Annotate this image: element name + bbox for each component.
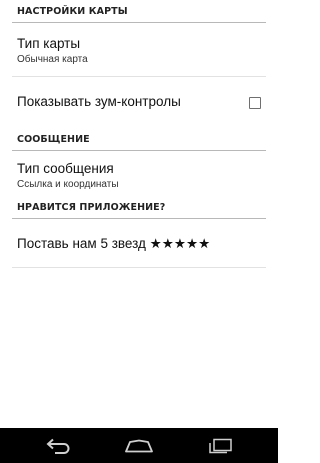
recent-apps-button[interactable]	[190, 428, 250, 463]
navigation-bar	[0, 428, 278, 463]
pref-message-type-summary: Ссылка и координаты	[17, 179, 119, 190]
pref-rate-app[interactable]: Поставь нам 5 звезд ★★★★★	[12, 219, 266, 268]
pref-zoom-controls[interactable]: Показывать зум-контролы	[12, 77, 266, 128]
home-icon	[125, 439, 153, 452]
pref-map-type-title: Тип карты	[17, 36, 81, 51]
preferences-list: НАСТРОЙКИ КАРТЫ Тип карты Обычная карта …	[0, 0, 278, 268]
category-message: СООБЩЕНИЕ	[12, 128, 266, 151]
pref-zoom-controls-title: Показывать зум-контролы	[17, 94, 181, 109]
settings-screen: НАСТРОЙКИ КАРТЫ Тип карты Обычная карта …	[0, 0, 278, 463]
pref-map-type[interactable]: Тип карты Обычная карта	[12, 23, 266, 77]
category-map-settings: НАСТРОЙКИ КАРТЫ	[12, 0, 266, 23]
recent-apps-icon	[209, 438, 232, 453]
back-button[interactable]	[28, 428, 88, 463]
pref-rate-app-title: Поставь нам 5 звезд ★★★★★	[17, 236, 211, 251]
home-button[interactable]	[109, 428, 169, 463]
pref-map-type-summary: Обычная карта	[17, 54, 88, 65]
back-icon	[46, 438, 70, 454]
pref-message-type[interactable]: Тип сообщения Ссылка и координаты	[12, 151, 266, 196]
pref-message-type-title: Тип сообщения	[17, 161, 114, 176]
category-like-app: НРАВИТСЯ ПРИЛОЖЕНИЕ?	[12, 196, 266, 219]
zoom-controls-checkbox[interactable]	[249, 96, 261, 109]
